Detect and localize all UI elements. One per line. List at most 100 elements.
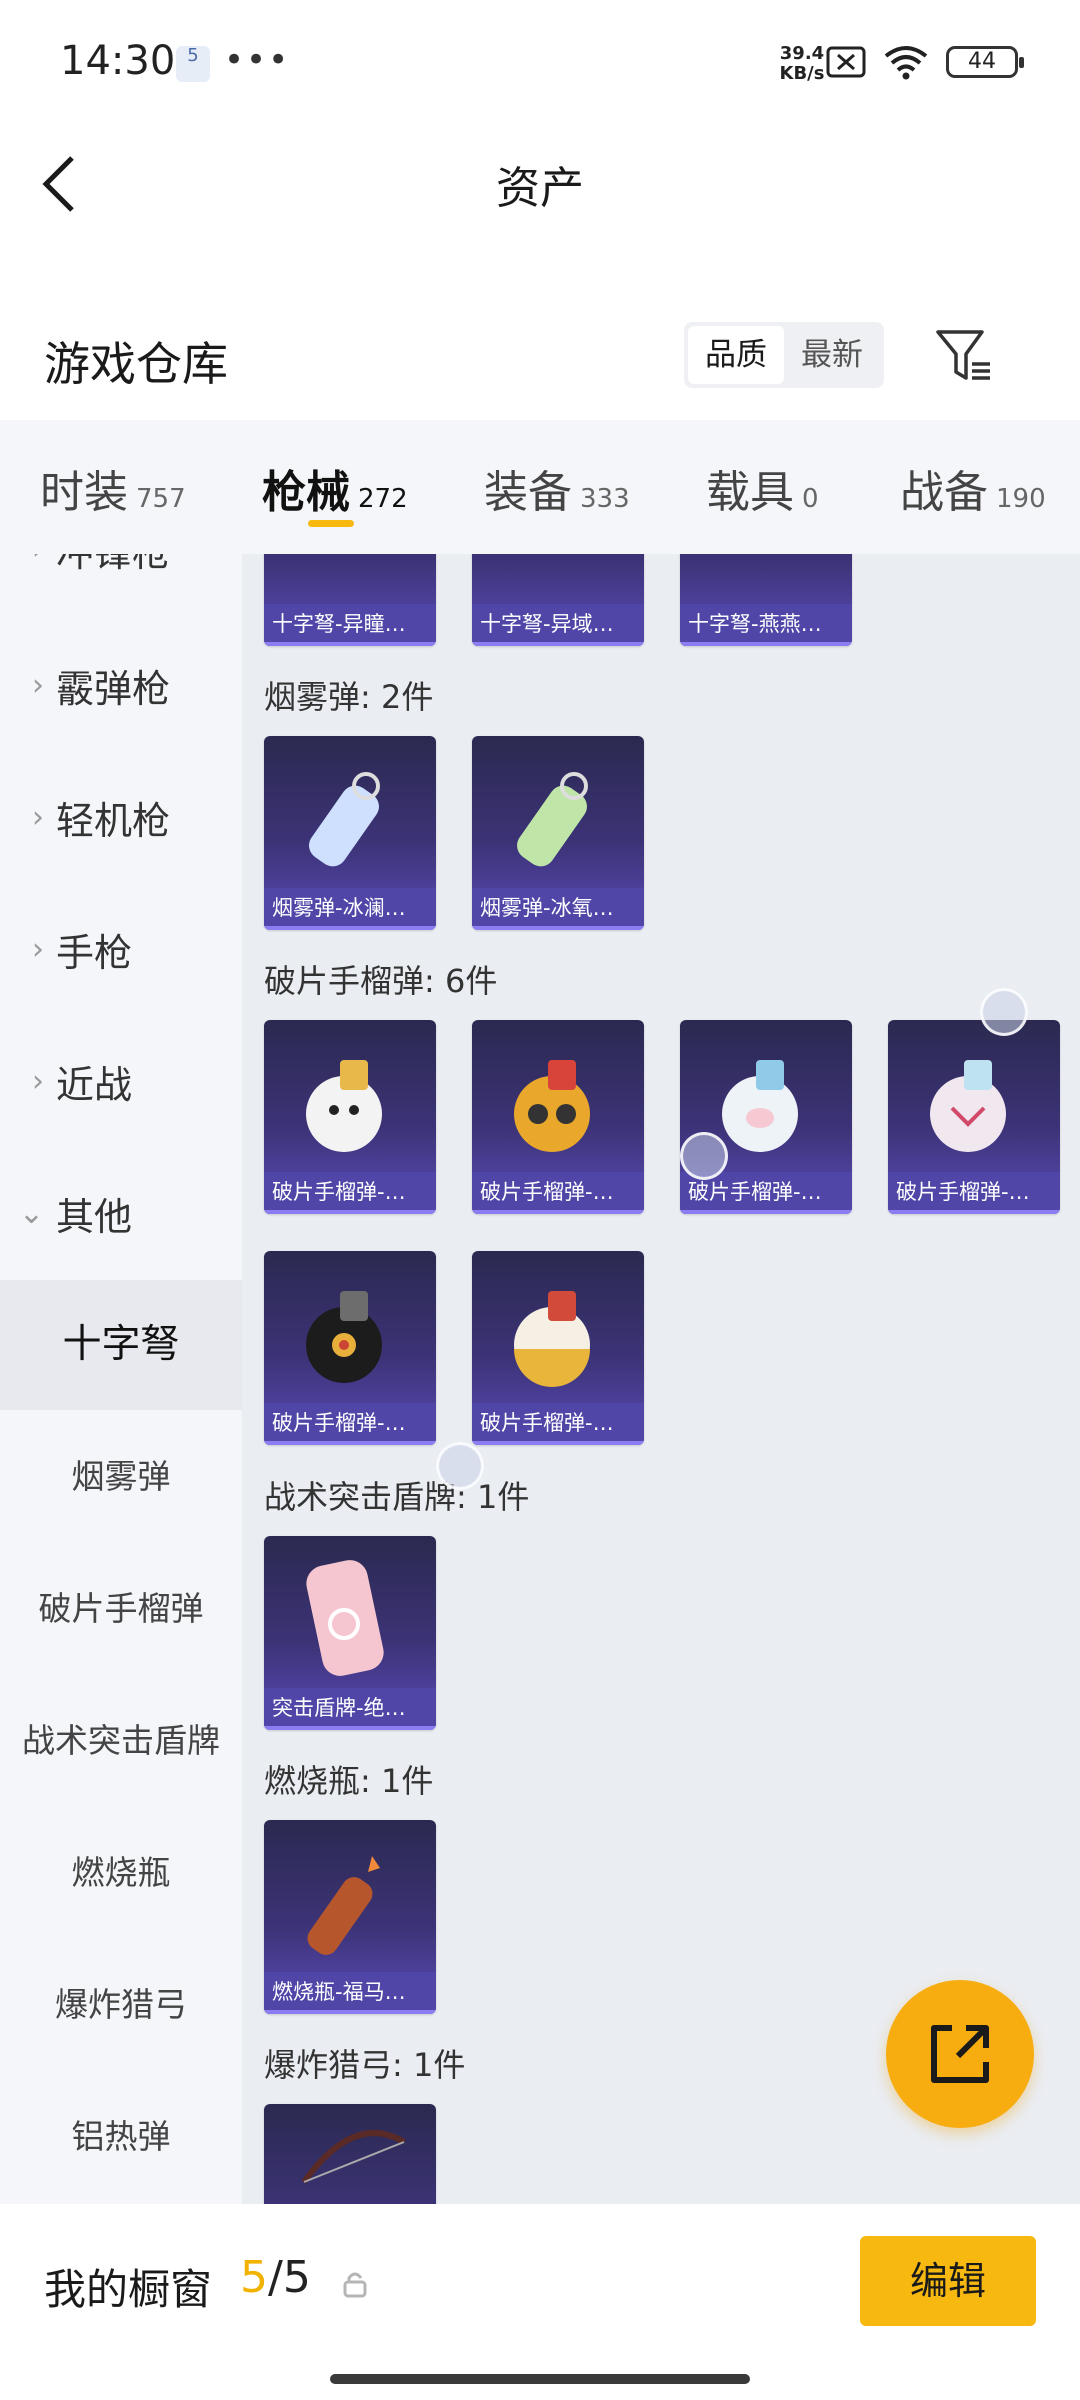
sidebar-sub-smoke[interactable]: 烟雾弹: [0, 1412, 242, 1542]
tab-vehicles[interactable]: 载具 0: [706, 456, 819, 520]
sidebar-item-other[interactable]: ⌄ 其他: [0, 1148, 242, 1278]
tab-fashion[interactable]: 时装 757: [40, 456, 186, 520]
sidebar-item-melee[interactable]: › 近战: [0, 1016, 242, 1146]
status-bar: 14:30 5 ••• 39.4 KB/s 44: [0, 0, 1080, 128]
app-header: 资产: [0, 128, 1080, 240]
sidebar-item-smg[interactable]: ›冲锋枪: [0, 554, 242, 614]
touch-indicator: [980, 988, 1028, 1036]
section-heading: 战术突击盾牌: 1件: [264, 1478, 530, 1516]
item-name: 十字弩-异域…: [472, 604, 644, 646]
frag-grenade-icon: [514, 1291, 590, 1387]
item-name: 破片手榴弹-…: [472, 1172, 644, 1214]
tab-firearms[interactable]: 枪械 272: [262, 456, 408, 520]
more-notifications-icon: •••: [224, 40, 291, 80]
battery-icon: 44: [946, 46, 1024, 78]
tab-equipment[interactable]: 装备 333: [484, 456, 630, 520]
item-card[interactable]: 破片手榴弹-…: [888, 1020, 1060, 1214]
showcase-total: /5: [268, 2252, 311, 2303]
smoke-grenade-icon: [309, 772, 380, 867]
sidebar-item-label: 其他: [56, 1194, 133, 1239]
sidebar-sub-shield[interactable]: 战术突击盾牌: [0, 1676, 242, 1806]
item-name: 破片手榴弹-…: [264, 1403, 436, 1445]
sort-newest-button[interactable]: 最新: [784, 326, 880, 384]
warehouse-row: 游戏仓库 品质 最新: [0, 300, 1080, 410]
tab-label: 载具: [706, 467, 794, 518]
sidebar-item-pistol[interactable]: › 手枪: [0, 884, 242, 1014]
lock-icon: [343, 2272, 367, 2298]
sidebar-item-label: 近战: [56, 1062, 133, 1107]
frag-grenade-icon: [514, 1060, 590, 1152]
item-card[interactable]: 烟雾弹-冰氧…: [472, 736, 644, 930]
tab-count: 190: [996, 484, 1046, 514]
item-name: 破片手榴弹-…: [888, 1172, 1060, 1214]
smoke-grenade-icon: [517, 772, 588, 867]
item-card[interactable]: 燃烧瓶-福马…: [264, 1820, 436, 2014]
sidebar-item-lmg[interactable]: › 轻机枪: [0, 752, 242, 882]
sidebar-sub-crossbow[interactable]: 十字弩: [0, 1280, 242, 1410]
share-external-icon: [931, 2025, 989, 2083]
item-card[interactable]: 破片手榴弹-…: [264, 1020, 436, 1214]
item-name: 十字弩-异瞳…: [264, 604, 436, 646]
showcase-title: 我的橱窗: [44, 2265, 213, 2314]
item-name: 突击盾牌-绝…: [264, 1688, 436, 1730]
network-speed: 39.4 KB/s: [779, 43, 825, 84]
frag-grenade-icon: [306, 1291, 382, 1383]
home-indicator[interactable]: [330, 2374, 750, 2384]
sidebar-sub-bow[interactable]: 爆炸猎弓: [0, 1940, 242, 2070]
section-heading: 烟雾弹: 2件: [264, 678, 434, 716]
molotov-icon: [307, 1856, 380, 1955]
warehouse-title: 游戏仓库: [44, 337, 228, 391]
chevron-right-icon: ›: [32, 667, 44, 703]
showcase-current: 5: [240, 2252, 268, 2303]
edit-button[interactable]: 编辑: [860, 2236, 1036, 2326]
no-sim-icon: [826, 46, 866, 78]
sidebar-sub-thermite[interactable]: 铝热弹: [0, 2072, 242, 2202]
chevron-right-icon: ›: [32, 931, 44, 967]
item-card[interactable]: 破片手榴弹-…: [680, 1020, 852, 1214]
filter-icon[interactable]: [932, 324, 996, 388]
sidebar-item-label: 冲锋枪: [56, 554, 170, 577]
sidebar: ›冲锋枪 ›霰弹枪 ›轻机枪 ›手枪 ›近战 ⌄其他 十字弩 烟雾弹 破片手榴弹…: [0, 554, 242, 2204]
chevron-down-icon: ⌄: [18, 1195, 44, 1231]
item-card[interactable]: 烟雾弹-冰澜…: [264, 736, 436, 930]
item-card[interactable]: 破片手榴弹-…: [472, 1251, 644, 1445]
item-name: 破片手榴弹-…: [264, 1172, 436, 1214]
item-name: 燃烧瓶-福马…: [264, 1972, 436, 2014]
sidebar-sub-frag[interactable]: 破片手榴弹: [0, 1544, 242, 1674]
item-card[interactable]: 十字弩-燕燕…: [680, 554, 852, 646]
item-card[interactable]: [264, 2104, 436, 2204]
item-card[interactable]: 十字弩-异域…: [472, 554, 644, 646]
item-name: 烟雾弹-冰澜…: [264, 888, 436, 930]
shield-icon: [306, 1560, 384, 1676]
tab-label: 枪械: [262, 467, 350, 518]
item-card[interactable]: 破片手榴弹-…: [264, 1251, 436, 1445]
tab-label: 战备: [900, 467, 988, 518]
sidebar-sub-molotov[interactable]: 燃烧瓶: [0, 1808, 242, 1938]
notification-icon: 5: [176, 46, 210, 82]
touch-indicator: [436, 1442, 484, 1490]
section-heading: 燃烧瓶: 1件: [264, 1762, 434, 1800]
tab-label: 装备: [484, 467, 572, 518]
showcase-count: 5/5: [240, 2252, 311, 2303]
chevron-right-icon: ›: [32, 1063, 44, 1099]
status-time: 14:30: [60, 38, 176, 84]
tab-count: 272: [358, 484, 408, 514]
tab-count: 0: [802, 484, 819, 514]
frag-grenade-icon: [306, 1060, 382, 1152]
bow-icon: [301, 2130, 406, 2184]
page-title: 资产: [496, 163, 584, 214]
item-name: 破片手榴弹-…: [472, 1403, 644, 1445]
item-card[interactable]: 突击盾牌-绝…: [264, 1536, 436, 1730]
item-card[interactable]: 破片手榴弹-…: [472, 1020, 644, 1214]
item-card[interactable]: 十字弩-异瞳…: [264, 554, 436, 646]
sidebar-item-shotgun[interactable]: › 霰弹枪: [0, 620, 242, 750]
item-grid: 十字弩-异瞳… 十字弩-异域… 十字弩-燕燕… 烟雾弹: 2件 烟雾弹-冰澜… …: [242, 554, 1080, 2204]
sidebar-item-label: 霰弹枪: [56, 666, 171, 711]
share-button[interactable]: [886, 1980, 1034, 2128]
touch-indicator: [680, 1132, 728, 1180]
active-tab-indicator: [308, 520, 354, 527]
section-heading: 爆炸猎弓: 1件: [264, 2046, 466, 2084]
sidebar-item-label: 轻机枪: [56, 798, 171, 843]
sort-quality-button[interactable]: 品质: [688, 326, 784, 384]
tab-tactical[interactable]: 战备 190: [900, 456, 1046, 520]
